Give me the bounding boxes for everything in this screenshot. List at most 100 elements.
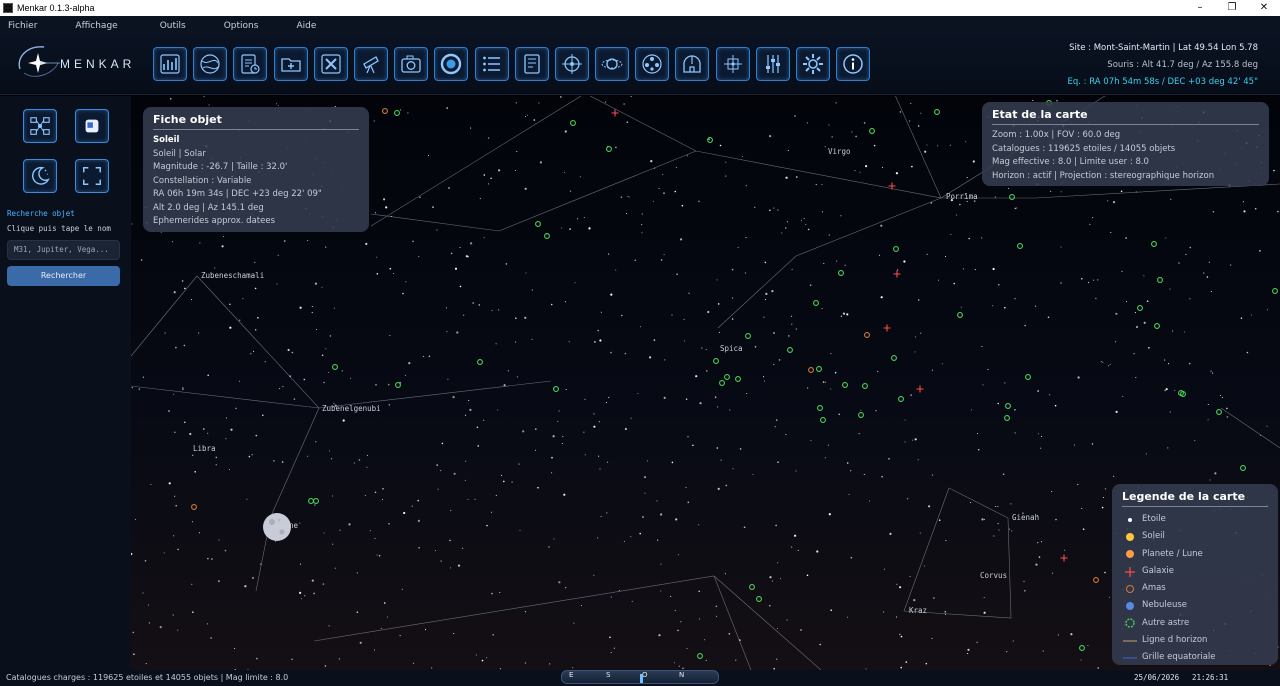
menu-affichage[interactable]: Affichage [67,21,117,31]
menu-outils[interactable]: Outils [152,21,186,31]
object-marker[interactable] [1005,403,1011,409]
object-marker[interactable] [535,221,541,227]
sliders-button[interactable] [755,47,790,81]
object-marker[interactable] [553,386,559,392]
info-button[interactable] [836,47,871,81]
object-marker[interactable] [735,376,741,382]
object-marker[interactable] [1154,323,1160,329]
object-marker[interactable] [394,110,400,116]
cluster-marker[interactable] [382,108,388,114]
object-marker[interactable] [395,382,401,388]
object-marker[interactable] [308,498,314,504]
object-marker[interactable] [1025,374,1031,380]
object-marker[interactable] [1017,243,1023,249]
fullscreen-button[interactable] [75,159,109,193]
object-marker[interactable] [313,498,319,504]
object-marker[interactable] [957,312,963,318]
cluster-marker[interactable] [808,367,814,373]
object-marker[interactable] [858,412,864,418]
observatory-button[interactable] [675,47,710,81]
folder-add-button[interactable] [273,47,308,81]
object-marker[interactable] [893,246,899,252]
gear-button[interactable] [796,47,830,81]
grid-target-button[interactable] [715,47,750,81]
window-button[interactable] [75,109,109,143]
star-dot [250,353,252,355]
star-dot [174,495,176,497]
object-marker[interactable] [787,347,793,353]
object-marker[interactable] [749,584,755,590]
object-marker[interactable] [842,382,848,388]
chart-button[interactable] [153,47,187,81]
object-marker[interactable] [817,405,823,411]
object-marker[interactable] [707,137,713,143]
object-marker[interactable] [724,374,730,380]
object-marker[interactable] [891,355,897,361]
object-marker[interactable] [1157,277,1163,283]
object-marker[interactable] [606,146,612,152]
cluster-marker[interactable] [864,332,870,338]
planet-rings-button[interactable] [595,47,630,81]
search-button[interactable]: Rechercher [7,266,120,286]
crosshair-button[interactable] [554,47,589,81]
menu-fichier[interactable]: Fichier [0,21,37,31]
maximize-button[interactable]: ❐ [1216,0,1248,16]
night-mode-button[interactable] [23,159,57,193]
object-marker[interactable] [1240,465,1246,471]
object-marker[interactable] [719,380,725,386]
object-marker[interactable] [756,596,762,602]
constellation-network-button[interactable] [23,109,57,143]
object-marker[interactable] [745,333,751,339]
star-dot [450,252,453,255]
star-dot [725,484,728,487]
star-dot [499,591,501,594]
object-marker[interactable] [820,417,826,423]
object-marker[interactable] [869,128,875,134]
object-marker[interactable] [813,300,819,306]
tools-button[interactable] [313,47,348,81]
object-marker[interactable] [1009,194,1015,200]
eye-ring-button[interactable] [434,47,469,81]
menu-aide[interactable]: Aide [288,21,316,31]
document-button[interactable] [514,47,549,81]
star-dot [623,103,625,105]
checklist-clock-button[interactable] [233,47,268,81]
object-marker[interactable] [934,109,940,115]
close-button[interactable]: ✕ [1248,0,1280,16]
camera-button[interactable] [394,47,429,81]
object-marker[interactable] [1079,645,1085,651]
galaxy-marker[interactable] [611,109,619,117]
object-marker[interactable] [477,359,483,365]
object-marker[interactable] [838,270,844,276]
object-marker[interactable] [898,396,904,402]
object-marker[interactable] [1151,241,1157,247]
minimize-button[interactable]: – [1184,0,1216,16]
object-marker[interactable] [1137,305,1143,311]
galaxy-marker[interactable] [888,182,896,190]
telescope-button[interactable] [353,47,388,81]
star-dot [562,436,564,438]
globe-button[interactable] [193,47,228,81]
search-input[interactable]: M31, Jupiter, Vega... [7,240,120,260]
cluster-marker[interactable] [1093,577,1099,583]
object-marker[interactable] [862,383,868,389]
galaxy-marker[interactable] [883,324,891,332]
cluster-marker[interactable] [191,504,197,510]
galaxy-marker[interactable] [893,270,901,278]
object-marker[interactable] [1004,415,1010,421]
object-marker[interactable] [816,366,822,372]
star-dot [1220,394,1222,397]
compass-strip[interactable]: E S O N [561,670,719,684]
list-button[interactable] [474,47,509,81]
color-wheel-button[interactable] [635,47,670,81]
galaxy-marker[interactable] [916,385,924,393]
galaxy-marker[interactable] [1060,554,1068,562]
object-marker[interactable] [697,653,703,659]
object-marker[interactable] [332,364,338,370]
object-marker[interactable] [713,358,719,364]
menu-options[interactable]: Options [216,21,259,31]
object-marker[interactable] [1272,288,1278,294]
object-marker[interactable] [570,120,576,126]
object-marker[interactable] [1216,409,1222,415]
star-dot [459,247,461,249]
